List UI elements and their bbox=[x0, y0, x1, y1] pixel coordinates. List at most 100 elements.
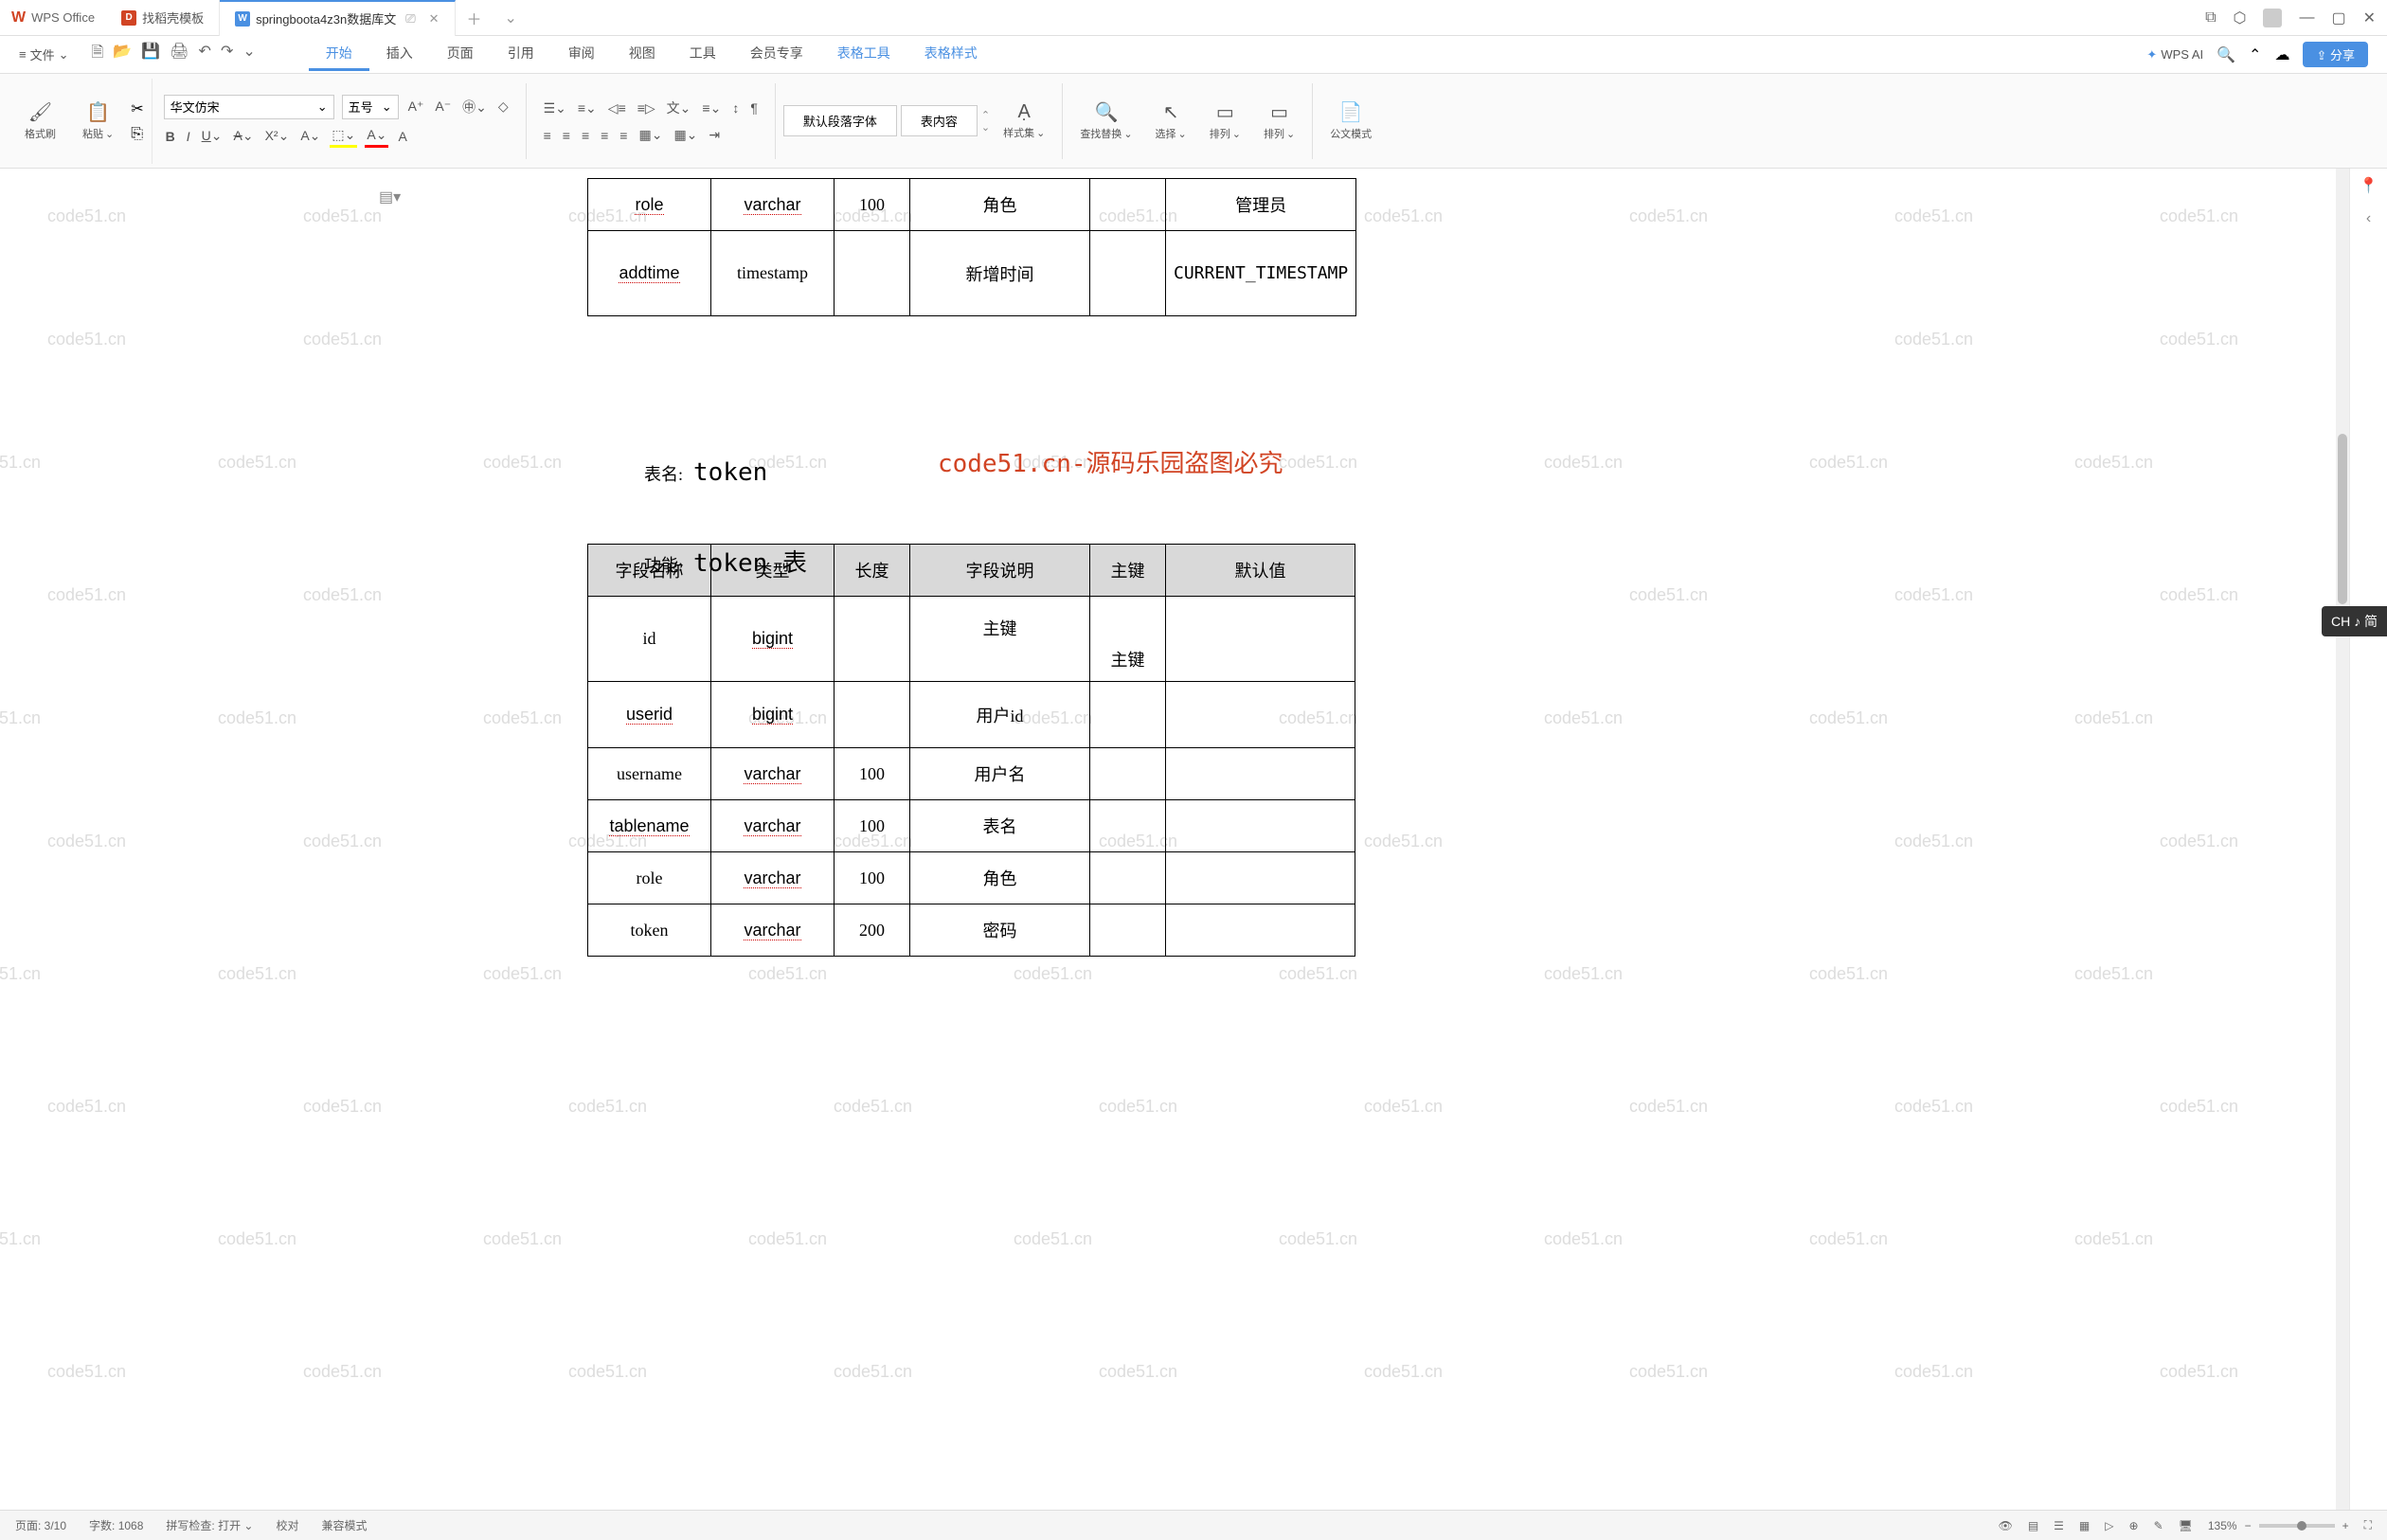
menu-tools[interactable]: 工具 bbox=[673, 38, 733, 71]
menu-table-tools[interactable]: 表格工具 bbox=[820, 38, 907, 71]
tab-templates[interactable]: D 找稻壳模板 bbox=[106, 0, 220, 36]
window-list-icon[interactable]: ⧉ bbox=[2205, 9, 2216, 27]
print-icon[interactable]: 🖨 bbox=[170, 42, 188, 67]
new-doc-icon[interactable]: 🗎 bbox=[92, 42, 104, 67]
para-mark-icon[interactable]: ¶ bbox=[748, 98, 760, 117]
superscript-icon[interactable]: X²⌄ bbox=[263, 126, 292, 146]
font-color-icon[interactable]: A⌄ bbox=[298, 126, 322, 146]
view-eye-icon[interactable]: 👁 bbox=[1999, 1519, 2013, 1532]
zoom-out-icon[interactable]: − bbox=[2245, 1519, 2252, 1532]
numbering-icon[interactable]: ≡⌄ bbox=[576, 98, 599, 118]
style-paragraph[interactable]: 默认段落字体 bbox=[783, 105, 897, 136]
tab-menu-button[interactable]: ⌄ bbox=[494, 9, 529, 27]
zoom-in-icon[interactable]: + bbox=[2342, 1519, 2349, 1532]
menu-member[interactable]: 会员专享 bbox=[733, 38, 820, 71]
table-row[interactable]: token varchar 200 密码 bbox=[588, 904, 1355, 957]
phonetic-icon[interactable]: ㊥⌄ bbox=[460, 96, 489, 118]
decrease-font-icon[interactable]: A⁻ bbox=[433, 97, 453, 116]
zoom-control[interactable]: 135% − + bbox=[2208, 1519, 2349, 1532]
view-web-icon[interactable]: ▦ bbox=[2079, 1519, 2090, 1532]
table-row[interactable]: role varchar 100 角色 bbox=[588, 852, 1355, 904]
style-table-content[interactable]: 表内容 bbox=[901, 105, 978, 136]
bold-icon[interactable]: B bbox=[164, 127, 177, 146]
menu-ref[interactable]: 引用 bbox=[491, 38, 551, 71]
cube-icon[interactable]: ⬡ bbox=[2234, 9, 2247, 27]
table-row[interactable]: role varchar 100 角色 管理员 bbox=[588, 179, 1356, 231]
menu-review[interactable]: 审阅 bbox=[551, 38, 612, 71]
arrange1-button[interactable]: ▭ 排列⌄ bbox=[1200, 100, 1250, 141]
bullets-icon[interactable]: ☰⌄ bbox=[542, 98, 568, 118]
align-right-icon[interactable]: ≡ bbox=[580, 126, 591, 145]
qat-dropdown-icon[interactable]: ⌄ bbox=[242, 42, 255, 67]
char-shading-icon[interactable]: A bbox=[396, 127, 408, 146]
menu-page[interactable]: 页面 bbox=[430, 38, 491, 71]
table-row[interactable]: addtime timestamp 新增时间 CURRENT_TIMESTAMP bbox=[588, 231, 1356, 316]
cut-icon[interactable]: ✂ bbox=[131, 99, 143, 118]
align-left-icon[interactable]: ≡ bbox=[542, 126, 553, 145]
outline-toggle-icon[interactable]: ▤▾ bbox=[379, 188, 401, 206]
text-color-icon[interactable]: A⌄ bbox=[365, 125, 388, 148]
collapse-ribbon-icon[interactable]: ⌃ bbox=[2249, 45, 2261, 64]
outdent-icon[interactable]: ◁≡ bbox=[606, 98, 628, 118]
close-icon[interactable]: ✕ bbox=[2363, 9, 2376, 27]
scrollbar-thumb[interactable] bbox=[2338, 434, 2347, 604]
italic-icon[interactable]: I bbox=[185, 127, 192, 146]
menu-start[interactable]: 开始 bbox=[309, 38, 369, 71]
align-center-icon[interactable]: ≡ bbox=[561, 126, 572, 145]
align-justify-icon[interactable]: ≡ bbox=[599, 126, 610, 145]
search-icon[interactable]: 🔍 bbox=[2216, 45, 2235, 64]
view-display-icon[interactable]: 🖥 bbox=[2179, 1519, 2193, 1532]
menu-view[interactable]: 视图 bbox=[612, 38, 673, 71]
expand-icon[interactable]: ‹ bbox=[2366, 210, 2371, 227]
font-size-select[interactable]: 五号⌄ bbox=[342, 95, 399, 119]
line-spacing-icon[interactable]: ↕ bbox=[730, 98, 741, 117]
undo-icon[interactable]: ↶ bbox=[199, 42, 211, 67]
style-scroll-up-icon[interactable]: ⌃ bbox=[981, 109, 990, 121]
menu-table-style[interactable]: 表格样式 bbox=[907, 38, 995, 71]
copy-icon[interactable]: ⎘ bbox=[131, 126, 143, 143]
vertical-scrollbar[interactable] bbox=[2336, 169, 2349, 1510]
status-proof[interactable]: 校对 bbox=[276, 1517, 298, 1533]
paste-button[interactable]: 📋 粘贴⌄ bbox=[73, 100, 123, 141]
fullscreen-icon[interactable]: ⛶ bbox=[2364, 1518, 2372, 1532]
new-tab-button[interactable]: ＋ bbox=[456, 7, 494, 29]
font-name-select[interactable]: 华文仿宋⌄ bbox=[164, 95, 334, 119]
increase-font-icon[interactable]: A⁺ bbox=[406, 97, 426, 116]
table-row[interactable]: id bigint 主键 主键 bbox=[588, 597, 1355, 682]
maximize-icon[interactable]: ▢ bbox=[2331, 9, 2345, 27]
view-outline-icon[interactable]: ☰ bbox=[2054, 1519, 2064, 1532]
table-row[interactable]: userid bigint 用户id bbox=[588, 682, 1355, 748]
status-compat[interactable]: 兼容模式 bbox=[321, 1517, 367, 1533]
document-area[interactable]: code51.cn code51.cn code51.cn code51.cn … bbox=[0, 169, 2387, 1510]
indent-icon[interactable]: ≡▷ bbox=[636, 98, 657, 118]
select-button[interactable]: ↖ 选择⌄ bbox=[1146, 100, 1196, 141]
tab-document[interactable]: W springboota4z3n数据库文 ⎚ ✕ bbox=[220, 0, 455, 36]
file-menu-button[interactable]: ≡ 文件 ⌄ bbox=[11, 42, 77, 67]
align-dist-icon[interactable]: ≡⌄ bbox=[700, 98, 723, 118]
status-words[interactable]: 字数: 1068 bbox=[89, 1517, 143, 1533]
status-spell[interactable]: 拼写检查: 打开 ⌄ bbox=[166, 1517, 253, 1533]
menu-insert[interactable]: 插入 bbox=[369, 38, 430, 71]
db-table-1[interactable]: role varchar 100 角色 管理员 addtime timestam… bbox=[587, 178, 1356, 316]
view-page-icon[interactable]: ▤ bbox=[2028, 1519, 2038, 1532]
open-icon[interactable]: 📂 bbox=[113, 42, 132, 67]
minimize-icon[interactable]: — bbox=[2299, 9, 2314, 27]
share-button[interactable]: ⇪ 分享 bbox=[2303, 42, 2368, 67]
ime-indicator[interactable]: CH ♪ 简 bbox=[2322, 606, 2387, 636]
formula-mode-button[interactable]: 📄 公文模式 bbox=[1320, 100, 1381, 141]
wps-ai-button[interactable]: ✦ WPS AI bbox=[2146, 47, 2203, 63]
tab-icon[interactable]: ⇥ bbox=[707, 125, 722, 145]
cloud-icon[interactable]: ☁ bbox=[2274, 45, 2289, 64]
db-table-2[interactable]: 字段名称 类型 长度 字段说明 主键 默认值 id bigint 主键 主键 u… bbox=[587, 544, 1355, 957]
arrange2-button[interactable]: ▭ 排列⌄ bbox=[1254, 100, 1304, 141]
table-row[interactable]: tablename varchar 100 表名 bbox=[588, 800, 1355, 852]
view-read-icon[interactable]: ▷ bbox=[2105, 1519, 2113, 1532]
close-tab-icon[interactable]: ✕ bbox=[429, 11, 440, 27]
borders-icon[interactable]: ▦⌄ bbox=[672, 125, 699, 145]
strike-icon[interactable]: A⌄ bbox=[232, 126, 256, 146]
style-scroll-down-icon[interactable]: ⌄ bbox=[981, 121, 990, 134]
style-set-button[interactable]: Ạ 样式集⌄ bbox=[994, 101, 1054, 140]
redo-icon[interactable]: ↷ bbox=[221, 42, 233, 67]
status-page[interactable]: 页面: 3/10 bbox=[15, 1517, 66, 1533]
save-icon[interactable]: 💾 bbox=[141, 42, 160, 67]
